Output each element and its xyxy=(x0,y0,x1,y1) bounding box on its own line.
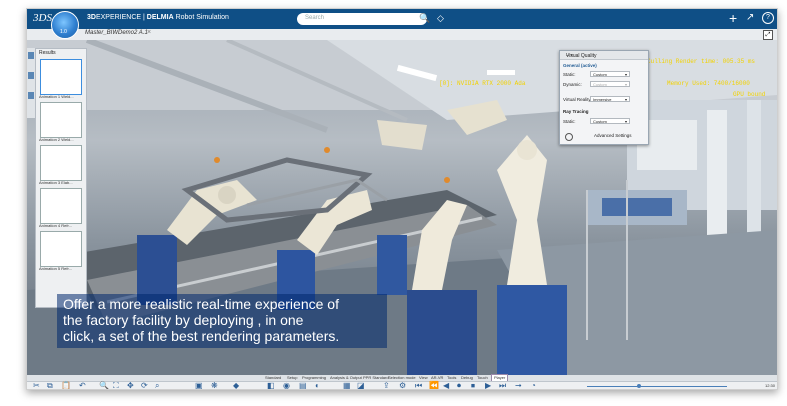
fit-all-icon[interactable]: ⤢ xyxy=(763,30,773,40)
results-title: Results xyxy=(39,50,56,56)
animation-thumbnail[interactable] xyxy=(40,188,82,224)
animation-label: Animation 1 Weld... xyxy=(39,94,74,99)
step-back-icon[interactable]: ⏪ xyxy=(429,381,439,389)
capture-icon[interactable]: ▤ xyxy=(299,381,307,389)
animation-thumbnail[interactable] xyxy=(40,231,82,267)
close-icon[interactable]: × xyxy=(147,29,151,36)
play-icon[interactable]: ▶ xyxy=(485,381,491,389)
search-icon[interactable]: 🔍 xyxy=(419,13,430,24)
static-label: Static: xyxy=(563,72,576,77)
3d-viewport[interactable]: Results Animation 1 Weld... Animation 2 … xyxy=(27,40,777,375)
visual-quality-dialog: Visual Quality – × General (active) Stat… xyxy=(559,50,649,145)
zoom-area-icon[interactable]: ⌕ xyxy=(155,381,159,389)
render-style-icon[interactable]: ▣ xyxy=(195,381,203,389)
paste-icon[interactable]: 📋 xyxy=(61,381,71,389)
ray-tracing-section-title: Ray Tracing xyxy=(563,109,589,114)
brand-experience: EXPERIENCE | xyxy=(95,14,147,21)
animation-label: Animation 4 Refr... xyxy=(39,223,72,228)
section-icon[interactable]: ◪ xyxy=(357,381,365,389)
document-tab[interactable]: Master_BIWDemo2 A.1 xyxy=(85,30,148,36)
stop-icon[interactable]: ⏹ xyxy=(471,381,475,389)
results-toolbar xyxy=(27,48,35,118)
action-bar: ✂ ⧉ 📋 ↶ 🔍 ⛶ ✥ ⟳ ⌕ ▣ ❋ ◆ ◧ ◉ ▤ ◐ ▦ ◪ ⇪ ⚙ … xyxy=(27,381,777,389)
zoom-icon[interactable]: 🔍 xyxy=(99,381,109,389)
record-icon[interactable]: ⏺ xyxy=(457,381,461,389)
fit-view-icon[interactable]: ⛶ xyxy=(113,381,119,389)
animation-label: Animation 5 Refr... xyxy=(39,266,72,271)
brand-product: DELMIA xyxy=(146,14,174,21)
caption-line: Offer a more realistic real-time experie… xyxy=(63,296,339,312)
vr-select[interactable]: Immersive xyxy=(590,96,630,103)
play-backward-icon[interactable]: ◀ xyxy=(443,381,449,389)
brand-module: Robot Simulation xyxy=(173,14,229,21)
advanced-settings-button[interactable]: Advanced Settings xyxy=(594,133,632,138)
layer-icon[interactable]: ◧ xyxy=(267,381,275,389)
speed-icon[interactable]: ◔ xyxy=(531,381,536,389)
jump-start-icon[interactable]: ⏮ xyxy=(415,381,422,389)
search-input[interactable]: Search xyxy=(297,13,427,25)
feature-caption: Offer a more realistic real-time experie… xyxy=(57,294,387,348)
close-icon[interactable]: – × xyxy=(566,53,645,59)
help-icon[interactable]: ? xyxy=(762,12,774,24)
timeline-knob[interactable] xyxy=(637,384,641,388)
pan-icon[interactable]: ✥ xyxy=(127,381,134,389)
animation-thumbnail[interactable] xyxy=(40,145,82,181)
animation-label: Animation 3 Elab... xyxy=(39,180,73,185)
export-icon[interactable]: ⇪ xyxy=(383,381,390,389)
arrow-icon[interactable]: ➞ xyxy=(515,381,522,389)
results-tool-1-icon[interactable] xyxy=(28,52,34,59)
timeline-slider[interactable] xyxy=(587,386,727,387)
grid-icon[interactable]: ▦ xyxy=(343,381,351,389)
results-panel: Results Animation 1 Weld... Animation 2 … xyxy=(35,48,87,308)
3ds-logo[interactable]: 3DS xyxy=(33,12,52,24)
render-time: Culling Render time: 005.35 ms xyxy=(647,58,756,65)
app-brand: 3DEXPERIENCE | DELMIA Robot Simulation xyxy=(87,14,229,21)
animation-thumbnail[interactable] xyxy=(40,59,82,95)
rotate-icon[interactable]: ⟳ xyxy=(141,381,148,389)
tag-icon[interactable]: ◇ xyxy=(437,13,444,24)
dialog-title-bar[interactable]: Visual Quality – × xyxy=(560,51,648,60)
jump-end-icon[interactable]: ⏭ xyxy=(499,381,506,389)
compass-version: 1.0 xyxy=(60,29,67,35)
share-icon[interactable]: ↗ xyxy=(746,12,754,23)
app-window: 3DS 1.0 3DEXPERIENCE | DELMIA Robot Simu… xyxy=(26,8,778,390)
scene-icon[interactable]: ◐ xyxy=(315,381,320,389)
animation-label: Animation 2 Weld... xyxy=(39,137,74,142)
ray-static-select[interactable]: Custom xyxy=(590,118,630,125)
visual-quality-icon[interactable]: ❋ xyxy=(211,381,218,389)
copy-icon[interactable]: ⧉ xyxy=(47,381,53,389)
ray-static-label: Static: xyxy=(563,119,576,124)
compass-icon[interactable]: 1.0 xyxy=(51,11,79,39)
gpu-bound: GPU bound xyxy=(733,91,766,98)
add-icon[interactable]: + xyxy=(729,10,737,26)
cut-icon[interactable]: ✂ xyxy=(33,381,40,389)
gpu-name: [0]: NVIDIA RTX 2000 Ada xyxy=(439,80,526,87)
results-tool-2-icon[interactable] xyxy=(28,72,34,79)
static-select[interactable]: Custom xyxy=(590,71,630,78)
dynamic-select[interactable]: Custom xyxy=(590,81,630,88)
undo-icon[interactable]: ↶ xyxy=(79,381,86,389)
settings-icon[interactable]: ⚙ xyxy=(399,381,406,389)
memory-used: Memory Used: 7400/16000 xyxy=(667,80,750,87)
caption-line: click, a set of the best rendering param… xyxy=(63,328,340,344)
material-icon[interactable]: ◉ xyxy=(283,381,290,389)
dynamic-label: Dynamic: xyxy=(563,82,582,87)
caption-line: the factory facility by deploying , in o… xyxy=(63,312,304,328)
brand-3d: 3D xyxy=(87,14,96,21)
general-section-title: General (active) xyxy=(563,63,597,68)
vr-label: Virtual Reality: xyxy=(563,97,592,102)
top-bar: 3DS 1.0 3DEXPERIENCE | DELMIA Robot Simu… xyxy=(27,9,777,39)
view-cube-icon[interactable]: ◆ xyxy=(233,381,239,389)
timeline-time: 12:30 xyxy=(765,383,776,388)
search-placeholder: Search xyxy=(305,15,325,21)
gear-icon[interactable] xyxy=(565,133,573,141)
animation-thumbnail[interactable] xyxy=(40,102,82,138)
results-tool-3-icon[interactable] xyxy=(28,92,34,99)
